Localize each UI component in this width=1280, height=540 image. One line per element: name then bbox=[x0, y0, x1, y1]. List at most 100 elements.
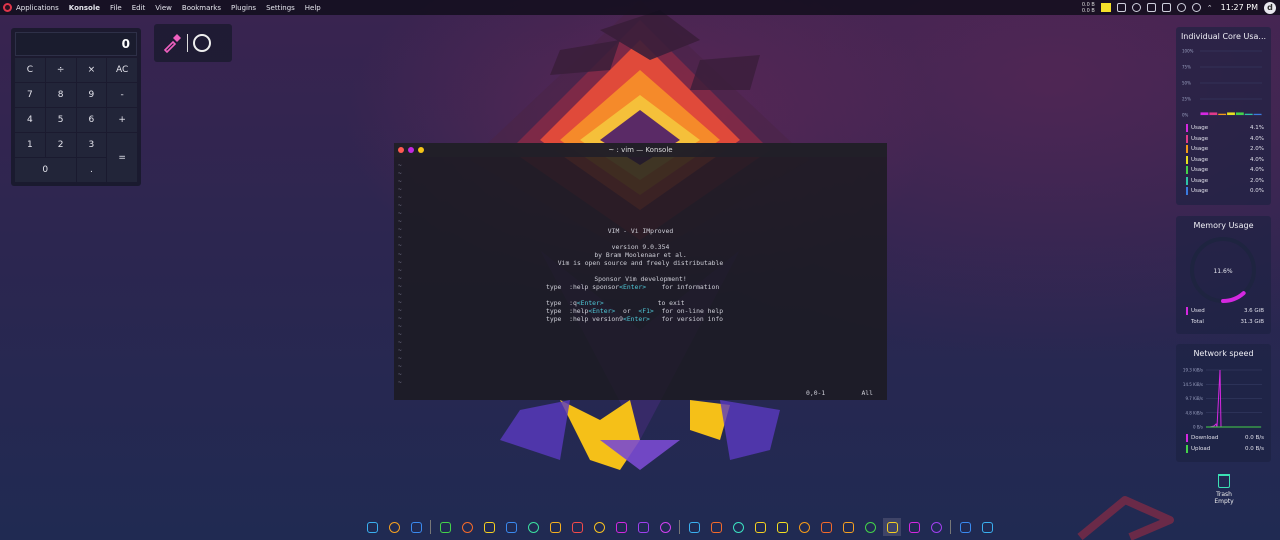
for-version-info: for version info bbox=[661, 315, 724, 323]
key-7[interactable]: 7 bbox=[15, 83, 45, 107]
tilde-line: ~ bbox=[398, 339, 402, 347]
maximize-button[interactable] bbox=[418, 147, 424, 153]
dock-item-krita[interactable] bbox=[839, 518, 857, 536]
dock-item-editor[interactable] bbox=[546, 518, 564, 536]
key-decimal[interactable]: . bbox=[76, 158, 107, 182]
menu-konsole[interactable]: Konsole bbox=[69, 4, 100, 12]
dock-item-grid[interactable] bbox=[751, 518, 769, 536]
dock-item-bitwarden[interactable] bbox=[480, 518, 498, 536]
key-equals[interactable]: = bbox=[107, 133, 137, 182]
terminal-icon bbox=[886, 521, 898, 533]
dock-item-notes[interactable] bbox=[436, 518, 454, 536]
dock-item-settings[interactable] bbox=[927, 518, 945, 536]
key-5[interactable]: 5 bbox=[45, 108, 76, 132]
net-monitor: 0.0 B 0.0 B bbox=[1082, 2, 1095, 14]
dock-item-chrome[interactable] bbox=[685, 518, 703, 536]
dock-item-tor[interactable] bbox=[634, 518, 652, 536]
dock-item-ghost[interactable] bbox=[612, 518, 630, 536]
editor-icon bbox=[549, 521, 561, 533]
legend-value: 4.0% bbox=[1250, 135, 1264, 142]
legend-row-core: Usage 2.0% bbox=[1186, 176, 1264, 187]
network-upload-icon[interactable] bbox=[1116, 3, 1126, 12]
key-all-clear[interactable]: AC bbox=[107, 58, 137, 82]
legend-label: Usage bbox=[1191, 125, 1209, 132]
network-chart: 19.3 KiB/s 14.5 KiB/s 9.7 KiB/s 4.8 KiB/s 0 … bbox=[1183, 368, 1262, 430]
dock-item-word[interactable] bbox=[956, 518, 974, 536]
volume-icon[interactable] bbox=[1146, 3, 1156, 12]
dock-item-brave[interactable] bbox=[385, 518, 403, 536]
menu-bookmarks[interactable]: Bookmarks bbox=[182, 4, 221, 12]
core-bar bbox=[1227, 112, 1235, 115]
trash-icon[interactable] bbox=[1218, 474, 1230, 488]
dock-item-browser[interactable] bbox=[407, 518, 425, 536]
grid-icon bbox=[754, 521, 766, 533]
wifi-icon[interactable] bbox=[1191, 3, 1201, 12]
key-3[interactable]: 3 bbox=[76, 133, 107, 157]
dock-item-tools[interactable] bbox=[568, 518, 586, 536]
key-0[interactable]: 0 bbox=[15, 158, 76, 182]
menu-applications[interactable]: Applications bbox=[16, 4, 59, 12]
dock-item-vim[interactable] bbox=[524, 518, 542, 536]
dock-item-nvidia[interactable] bbox=[861, 518, 879, 536]
key-9[interactable]: 9 bbox=[76, 83, 107, 107]
dock-item-messenger[interactable] bbox=[502, 518, 520, 536]
dock-item-store[interactable] bbox=[905, 518, 923, 536]
dock-item-obs[interactable] bbox=[656, 518, 674, 536]
konsole-window[interactable]: ~ : vim — Konsole ~ ~ ~ ~ ~ ~ ~ ~ ~ ~ ~ ~ ~ ~ ~ ~ ~ ~ ~ ~ ~ ~… bbox=[394, 143, 887, 400]
menu-settings[interactable]: Settings bbox=[266, 4, 295, 12]
key-minus[interactable]: - bbox=[107, 83, 137, 107]
trash-widget[interactable]: Trash Empty bbox=[1206, 474, 1242, 505]
scroll-indicator: All bbox=[861, 389, 873, 397]
window-titlebar[interactable]: ~ : vim — Konsole bbox=[394, 143, 887, 157]
play-icon[interactable] bbox=[1131, 3, 1141, 12]
core-legend: Usage 4.1% Usage 4.0% Usage 2.0% Usage 4.0% Usag… bbox=[1186, 123, 1264, 197]
tilde-line: ~ bbox=[398, 210, 402, 218]
circle-icon[interactable] bbox=[193, 34, 211, 52]
dock-item-gimp[interactable] bbox=[817, 518, 835, 536]
menu-edit[interactable]: Edit bbox=[132, 4, 146, 12]
picker-separator bbox=[187, 34, 188, 52]
dock-item-vlc[interactable] bbox=[795, 518, 813, 536]
key-2[interactable]: 2 bbox=[45, 133, 76, 157]
key-multiply[interactable]: × bbox=[76, 58, 107, 82]
dock-item-image-viewer[interactable] bbox=[363, 518, 381, 536]
tilde-line: ~ bbox=[398, 330, 402, 338]
dock-item-chromium[interactable] bbox=[773, 518, 791, 536]
clock[interactable]: 11:27 PM bbox=[1221, 3, 1258, 12]
minimize-button[interactable] bbox=[408, 147, 414, 153]
menu-plugins[interactable]: Plugins bbox=[231, 4, 256, 12]
to-exit: to exit bbox=[657, 299, 685, 307]
menu-help[interactable]: Help bbox=[305, 4, 321, 12]
dock-item-files[interactable] bbox=[458, 518, 476, 536]
close-button[interactable] bbox=[398, 147, 404, 153]
key-clear[interactable]: C bbox=[15, 58, 45, 82]
eyedropper-icon[interactable] bbox=[162, 33, 182, 53]
dock-item-firefox[interactable] bbox=[707, 518, 725, 536]
key-plus[interactable]: + bbox=[107, 108, 137, 132]
app-launcher-icon[interactable] bbox=[3, 3, 12, 12]
color-swatch-icon[interactable] bbox=[1100, 3, 1111, 12]
or-label: or bbox=[622, 307, 631, 315]
dock-item-chrome-alt[interactable] bbox=[978, 518, 996, 536]
key-1[interactable]: 1 bbox=[15, 133, 45, 157]
dock-item-stats[interactable] bbox=[590, 518, 608, 536]
legend-label: Usage bbox=[1191, 188, 1209, 195]
core-usage-chart: 100% 75% 50% 25% 0% bbox=[1182, 49, 1262, 118]
dock-item-terminal[interactable] bbox=[883, 518, 901, 536]
core-bar bbox=[1244, 113, 1253, 115]
screen-icon[interactable] bbox=[1161, 3, 1171, 12]
menu-file[interactable]: File bbox=[110, 4, 122, 12]
core-bar bbox=[1200, 112, 1209, 115]
key-8[interactable]: 8 bbox=[45, 83, 76, 107]
user-avatar[interactable]: d bbox=[1264, 1, 1276, 14]
key-4[interactable]: 4 bbox=[15, 108, 45, 132]
axis-tick-label: 14.5 KiB/s bbox=[1183, 382, 1203, 387]
chevron-up-icon[interactable]: ⌃ bbox=[1207, 4, 1213, 12]
bluetooth-icon[interactable] bbox=[1176, 3, 1186, 12]
legend-value: 4.0% bbox=[1250, 167, 1264, 174]
dock-item-globe[interactable] bbox=[729, 518, 747, 536]
key-6[interactable]: 6 bbox=[76, 108, 107, 132]
menu-view[interactable]: View bbox=[155, 4, 172, 12]
tilde-line: ~ bbox=[398, 379, 402, 387]
key-divide[interactable]: ÷ bbox=[45, 58, 76, 82]
